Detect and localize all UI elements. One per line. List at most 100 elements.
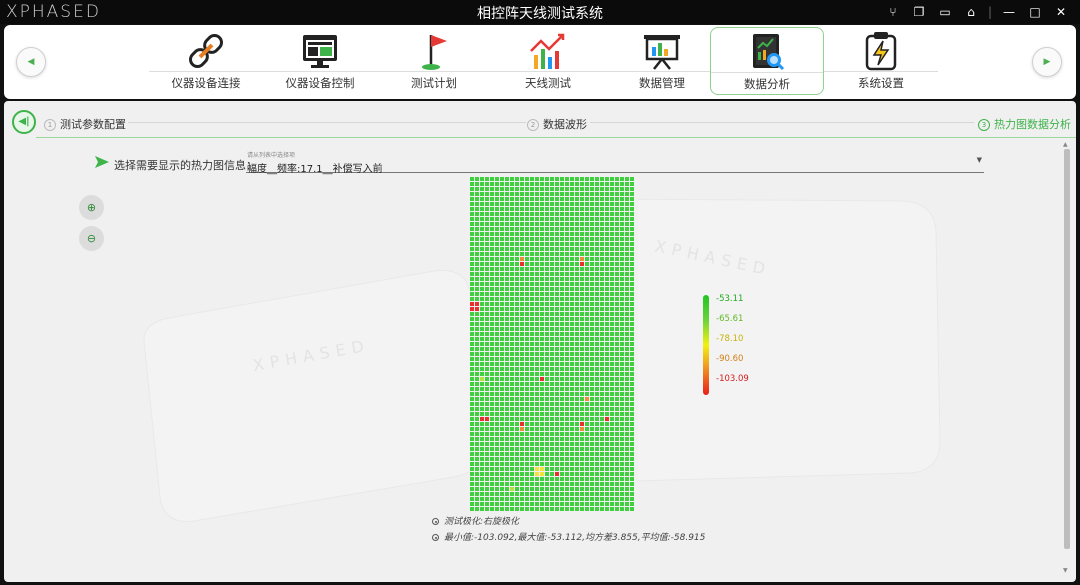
- step-heatmap-analysis[interactable]: 3 热力图数据分析: [978, 116, 1071, 132]
- branch-icon[interactable]: ⑂: [882, 3, 904, 21]
- heatmap-cell: [565, 317, 569, 321]
- heatmap-cell: [570, 417, 574, 421]
- heatmap-cell: [490, 347, 494, 351]
- heatmap-cell: [525, 287, 529, 291]
- heatmap-cell: [485, 482, 489, 486]
- heatmap-cell: [585, 462, 589, 466]
- heatmap-cell: [580, 417, 584, 421]
- heatmap-cell: [510, 182, 514, 186]
- heatmap-cell: [550, 397, 554, 401]
- heatmap-cell: [630, 347, 634, 351]
- heatmap-cell: [630, 212, 634, 216]
- heatmap-cell: [500, 397, 504, 401]
- vertical-scrollbar[interactable]: ▲ ▼: [1062, 141, 1071, 575]
- heatmap-cell: [530, 452, 534, 456]
- monitor-icon[interactable]: ▭: [934, 3, 956, 21]
- heatmap-cell: [505, 457, 509, 461]
- heatmap-cell: [480, 462, 484, 466]
- heatmap-cell: [525, 367, 529, 371]
- step-waveform[interactable]: 2 数据波形: [527, 116, 587, 132]
- heatmap-cell: [530, 257, 534, 261]
- heatmap-cell: [530, 247, 534, 251]
- zoom-in-button[interactable]: ⊕: [79, 195, 104, 220]
- scroll-up-icon[interactable]: ▲: [1063, 141, 1068, 148]
- heatmap-cell: [470, 222, 474, 226]
- heatmap-cell: [480, 357, 484, 361]
- heatmap-cell: [550, 457, 554, 461]
- heatmap-cell: [500, 332, 504, 336]
- nav-item-device-connect[interactable]: 仪器设备连接: [149, 27, 263, 95]
- heatmap-cell: [505, 482, 509, 486]
- heatmap-cell: [520, 342, 524, 346]
- heatmap-cell: [585, 257, 589, 261]
- heatmap-cell: [475, 182, 479, 186]
- nav-item-system-settings[interactable]: 系统设置: [824, 27, 938, 95]
- back-button[interactable]: ◀|: [12, 110, 36, 134]
- heatmap-cell: [485, 447, 489, 451]
- heatmap-cell: [630, 487, 634, 491]
- heatmap-cell: [525, 232, 529, 236]
- heatmap-cell: [550, 287, 554, 291]
- step-config[interactable]: 1 测试参数配置: [44, 116, 126, 132]
- scrollbar-thumb[interactable]: [1064, 149, 1070, 549]
- heatmap-cell: [590, 337, 594, 341]
- heatmap-cell: [590, 387, 594, 391]
- heatmap-cell: [515, 397, 519, 401]
- heatmap-cell: [535, 332, 539, 336]
- heatmap-cell: [500, 492, 504, 496]
- nav-item-data-management[interactable]: 数据管理: [605, 27, 719, 95]
- heatmap-cell: [520, 222, 524, 226]
- heatmap-cell: [535, 437, 539, 441]
- heatmap-cell: [630, 417, 634, 421]
- heatmap-cell: [540, 382, 544, 386]
- heatmap-cell: [510, 307, 514, 311]
- heatmap-cell: [530, 427, 534, 431]
- heatmap-cell: [475, 312, 479, 316]
- heatmap-cell: [610, 262, 614, 266]
- nav-item-device-control[interactable]: 仪器设备控制: [263, 27, 377, 95]
- heatmap-cell: [490, 477, 494, 481]
- chevron-down-icon[interactable]: ▼: [977, 156, 982, 164]
- heatmap-cell: [630, 277, 634, 281]
- heatmap-cell: [620, 332, 624, 336]
- heatmap-cell: [570, 327, 574, 331]
- heatmap-cell: [480, 302, 484, 306]
- heatmap-cell: [595, 177, 599, 181]
- heatmap-cell: [560, 237, 564, 241]
- heatmap-cell: [625, 407, 629, 411]
- home-icon[interactable]: ⌂: [960, 3, 982, 21]
- heatmap-cell: [580, 452, 584, 456]
- heatmap-cell: [570, 252, 574, 256]
- nav-item-antenna-test[interactable]: 天线测试: [491, 27, 605, 95]
- heatmap-cell: [505, 477, 509, 481]
- maximize-button[interactable]: □: [1024, 3, 1046, 21]
- heatmap-select[interactable]: 请从列表中选择项 幅度__频率:17.1__补偿写入前 ▼: [246, 152, 984, 175]
- heatmap-cell: [610, 222, 614, 226]
- heatmap-cell: [480, 307, 484, 311]
- heatmap-cell: [505, 177, 509, 181]
- zoom-out-button[interactable]: ⊖: [79, 226, 104, 251]
- heatmap-cell: [535, 377, 539, 381]
- heatmap-cell: [575, 417, 579, 421]
- heatmap-cell: [510, 397, 514, 401]
- nav-item-data-analysis[interactable]: 数据分析: [710, 27, 824, 95]
- scroll-down-icon[interactable]: ▼: [1063, 567, 1068, 574]
- heatmap-cell: [485, 497, 489, 501]
- minimize-button[interactable]: —: [998, 3, 1020, 21]
- heatmap-cell: [605, 372, 609, 376]
- heatmap-cell: [590, 357, 594, 361]
- close-button[interactable]: ✕: [1050, 3, 1072, 21]
- heatmap-cell: [500, 472, 504, 476]
- nav-next-button[interactable]: ▶: [1032, 47, 1062, 77]
- heatmap-cell: [600, 367, 604, 371]
- heatmap-cell: [485, 232, 489, 236]
- nav-prev-button[interactable]: ◀: [16, 47, 46, 77]
- heatmap-cell: [565, 342, 569, 346]
- heatmap-cell: [630, 442, 634, 446]
- heatmap-cell: [620, 387, 624, 391]
- heatmap-cell: [595, 502, 599, 506]
- heatmap-cell: [580, 177, 584, 181]
- restore-window-icon[interactable]: ❐: [908, 3, 930, 21]
- nav-item-test-plan[interactable]: 测试计划: [377, 27, 491, 95]
- heatmap-cell: [575, 272, 579, 276]
